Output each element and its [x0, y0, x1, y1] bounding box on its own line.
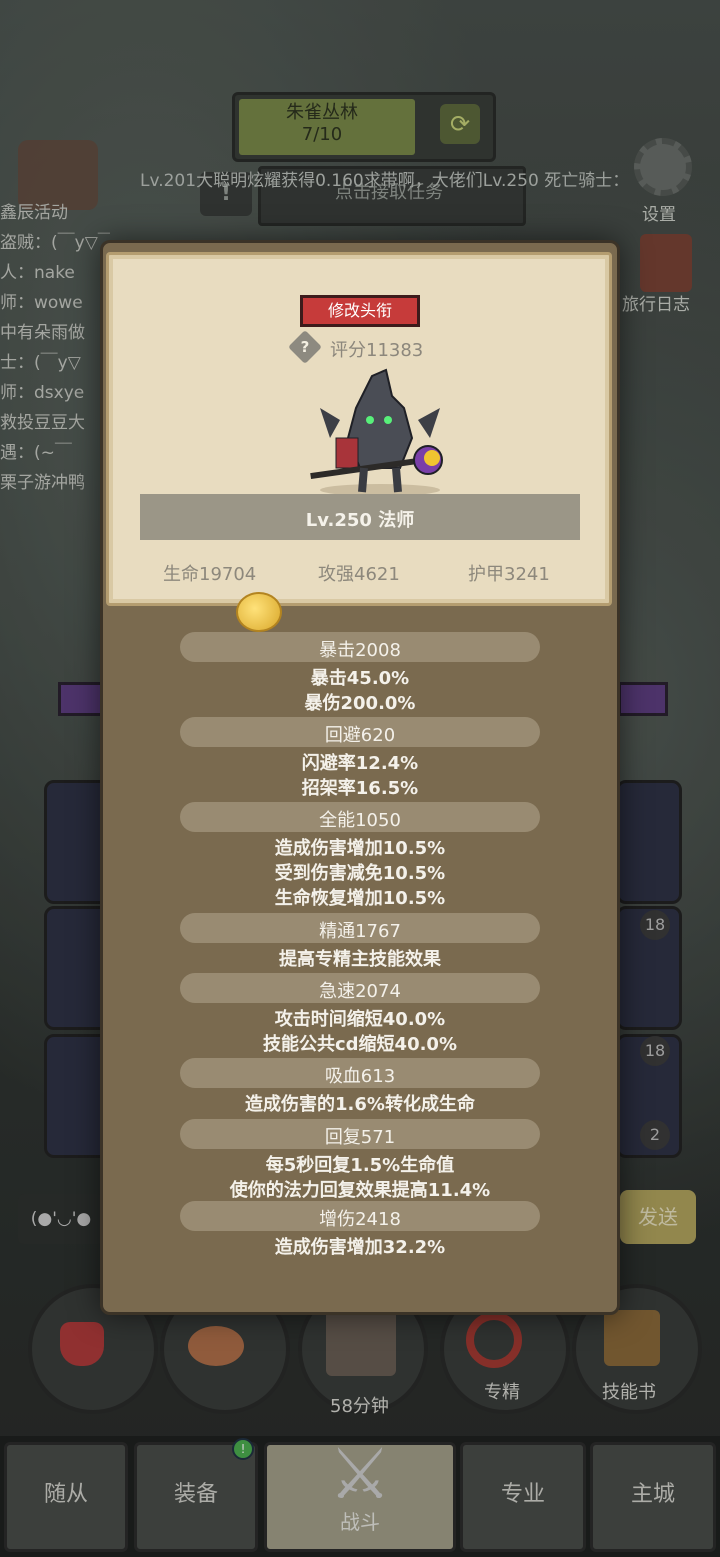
stat-line: 造成伤害增加32.2%: [274, 1237, 446, 1258]
attack-stat: 攻强4621: [318, 564, 400, 585]
section-title: 精通1767: [319, 921, 401, 942]
score-label: 评分11383: [330, 340, 424, 361]
stat-line: 使你的法力回复效果提高11.4%: [229, 1180, 491, 1201]
stat-line: 暴击45.0%: [310, 668, 410, 689]
stat-line: 招架率16.5%: [301, 778, 419, 799]
stat-line: 每5秒回复1.5%生命值: [265, 1155, 455, 1176]
section-title: 全能1050: [319, 810, 401, 831]
stat-line: 生命恢复增加10.5%: [274, 888, 446, 909]
section-title: 回复571: [324, 1127, 396, 1148]
change-title-button[interactable]: 修改头衔: [300, 295, 420, 327]
stat-line: 受到伤害减免10.5%: [274, 863, 446, 884]
hero-name: Lv.250 法师: [305, 510, 415, 531]
coin-icon[interactable]: [236, 592, 282, 632]
section-title: 吸血613: [324, 1066, 396, 1087]
stat-line: 闪避率12.4%: [301, 753, 419, 774]
section-title: 急速2074: [319, 981, 401, 1002]
section-title: 增伤2418: [319, 1209, 401, 1230]
armor-stat: 护甲3241: [468, 564, 550, 585]
stat-line: 技能公共cd缩短40.0%: [262, 1034, 457, 1055]
section-title: 回避620: [324, 725, 396, 746]
section-title: 暴击2008: [319, 640, 401, 661]
stat-line: 造成伤害增加10.5%: [274, 838, 446, 859]
stat-line: 暴伤200.0%: [304, 693, 416, 714]
mage-portrait: [310, 368, 443, 496]
stat-line: 攻击时间缩短40.0%: [274, 1009, 446, 1030]
stat-line: 提高专精主技能效果: [279, 949, 441, 970]
hp-stat: 生命19704: [163, 564, 257, 585]
help-icon[interactable]: ?: [293, 335, 317, 359]
stat-line: 造成伤害的1.6%转化成生命: [245, 1094, 475, 1115]
